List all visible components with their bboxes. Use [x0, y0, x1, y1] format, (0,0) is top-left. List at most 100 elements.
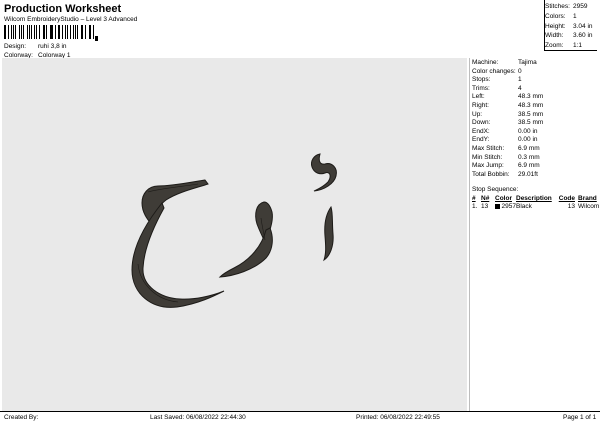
property-label: Up:	[472, 110, 483, 118]
embroidery-design	[131, 153, 337, 308]
property-value: 48.3 mm	[518, 101, 544, 109]
barcode-bar	[59, 25, 60, 39]
barcode-bar	[80, 25, 82, 39]
barcode-bar	[38, 25, 40, 39]
property-label: Right:	[472, 101, 489, 109]
property-row: EndY: 0.00 in	[472, 136, 543, 145]
property-value: 0	[518, 67, 522, 75]
design-label: Design:	[4, 43, 27, 50]
property-label: Total Bobbin:	[472, 170, 510, 178]
row-code: 13	[567, 203, 575, 210]
software-subtitle: Wilcom EmbroideryStudio – Level 3 Advanc…	[4, 16, 138, 23]
property-label: Max Stitch:	[472, 144, 505, 152]
stop-sequence-table: # N# Color Description Code Brand 1. 13 …	[472, 195, 599, 210]
barcode	[4, 25, 96, 39]
last-saved: Last Saved: 06/08/2022 22:44:30	[150, 414, 246, 421]
summary-label: Colors:	[545, 12, 566, 20]
barcode-bar	[73, 25, 74, 39]
calligraphy-artwork	[131, 153, 337, 308]
property-row: Total Bobbin: 29.01ft	[472, 171, 543, 180]
summary-underline	[545, 50, 597, 51]
properties-panel: Machine: Tajima Color changes: 0 Stops: 1 Trim…	[469, 58, 599, 411]
barcode-bar	[84, 25, 86, 39]
summary-value: 3.60 in	[573, 32, 593, 40]
header-color: Color	[495, 195, 512, 202]
property-label: Machine:	[472, 59, 499, 66]
property-row: Min Stitch: 0.3 mm	[472, 154, 543, 163]
property-value: 29.01ft	[518, 170, 538, 178]
machine-properties: Machine: Tajima Color changes: 0 Stops: 1 Trim…	[472, 59, 543, 179]
stroke-haa-bowl	[131, 202, 225, 308]
property-label: Min Stitch:	[472, 153, 503, 161]
summary-label: Width:	[545, 32, 564, 40]
property-label: Color changes:	[472, 67, 516, 75]
property-value: 4	[518, 84, 522, 92]
header-num: #	[472, 195, 476, 202]
property-value: 0.3 mm	[518, 153, 540, 161]
property-value: Tajima	[518, 59, 537, 66]
summary-label: Stitches:	[545, 3, 570, 10]
design-value: ruhi 3,8 in	[38, 43, 67, 50]
summary-row: Width: 3.60 in	[545, 31, 597, 41]
barcode-bar	[15, 25, 17, 39]
property-value: 6.9 mm	[518, 144, 540, 152]
property-row: Machine: Tajima	[472, 59, 543, 68]
page-title: Production Worksheet	[4, 3, 122, 15]
stop-table-header: # N# Color Description Code Brand	[472, 195, 599, 202]
barcode-bar	[26, 25, 28, 39]
stroke-waw-tail	[218, 227, 273, 278]
stroke-raa	[323, 205, 334, 262]
row-color-code: 2957	[501, 203, 516, 210]
color-swatch	[495, 204, 500, 209]
summary-label: Height:	[545, 22, 566, 30]
design-preview-canvas	[2, 58, 467, 411]
property-value: 48.3 mm	[518, 93, 544, 101]
printed-date: Printed: 06/08/2022 22:49:55	[356, 414, 440, 421]
design-name-row: Design: ruhi 3,8 in	[4, 42, 71, 51]
property-row: Down: 38.5 mm	[472, 119, 543, 128]
property-row: Color changes: 0	[472, 68, 543, 77]
property-row: EndX: 0.00 in	[472, 128, 543, 137]
stroke-damma	[311, 153, 337, 192]
property-row: Stops: 1	[472, 76, 543, 85]
row-n: 13	[481, 203, 489, 210]
row-idx: 1.	[472, 203, 478, 210]
property-label: Trims:	[472, 84, 490, 92]
stop-sequence-title: Stop Sequence:	[472, 186, 519, 193]
barcode-bar	[65, 25, 67, 39]
row-color: 2957	[495, 203, 516, 210]
property-value: 6.9 mm	[518, 162, 540, 170]
header-brand: Brand	[578, 195, 597, 202]
summary-box: Stitches: 2959 Colors: 1 Height: 3.04 in Wi…	[545, 2, 597, 51]
property-value: 0.00 in	[518, 136, 538, 144]
barcode-bar	[23, 25, 24, 39]
page-number: Page 1 of 1	[563, 414, 597, 421]
summary-row: Colors: 1	[545, 12, 597, 22]
barcode-bar	[34, 25, 36, 39]
property-row: Right: 48.3 mm	[472, 102, 543, 111]
property-label: EndY:	[472, 136, 490, 144]
header-code: Code	[558, 195, 575, 202]
property-row: Up: 38.5 mm	[472, 111, 543, 120]
property-row: Max Jump: 6.9 mm	[472, 162, 543, 171]
created-by: Created By:	[4, 414, 39, 421]
barcode-tick	[95, 36, 98, 41]
property-label: EndX:	[472, 127, 490, 135]
summary-value: 3.04 in	[573, 22, 593, 30]
property-value: 0.00 in	[518, 127, 538, 135]
barcode-bar	[49, 25, 51, 39]
property-label: Left:	[472, 93, 485, 101]
summary-value: 2959	[573, 3, 588, 10]
property-row: Trims: 4	[472, 85, 543, 94]
property-row: Max Stitch: 6.9 mm	[472, 145, 543, 154]
header-description: Description	[516, 195, 552, 202]
summary-row: Height: 3.04 in	[545, 22, 597, 32]
property-label: Max Jump:	[472, 162, 504, 170]
property-value: 38.5 mm	[518, 119, 544, 127]
property-value: 1	[518, 76, 522, 84]
barcode-bar	[51, 25, 53, 39]
property-label: Stops:	[472, 76, 491, 84]
table-row: 1. 13 2957 Black 13 Wilcom	[472, 203, 599, 210]
summary-row: Stitches: 2959	[545, 2, 597, 12]
header-n: N#	[481, 195, 490, 202]
